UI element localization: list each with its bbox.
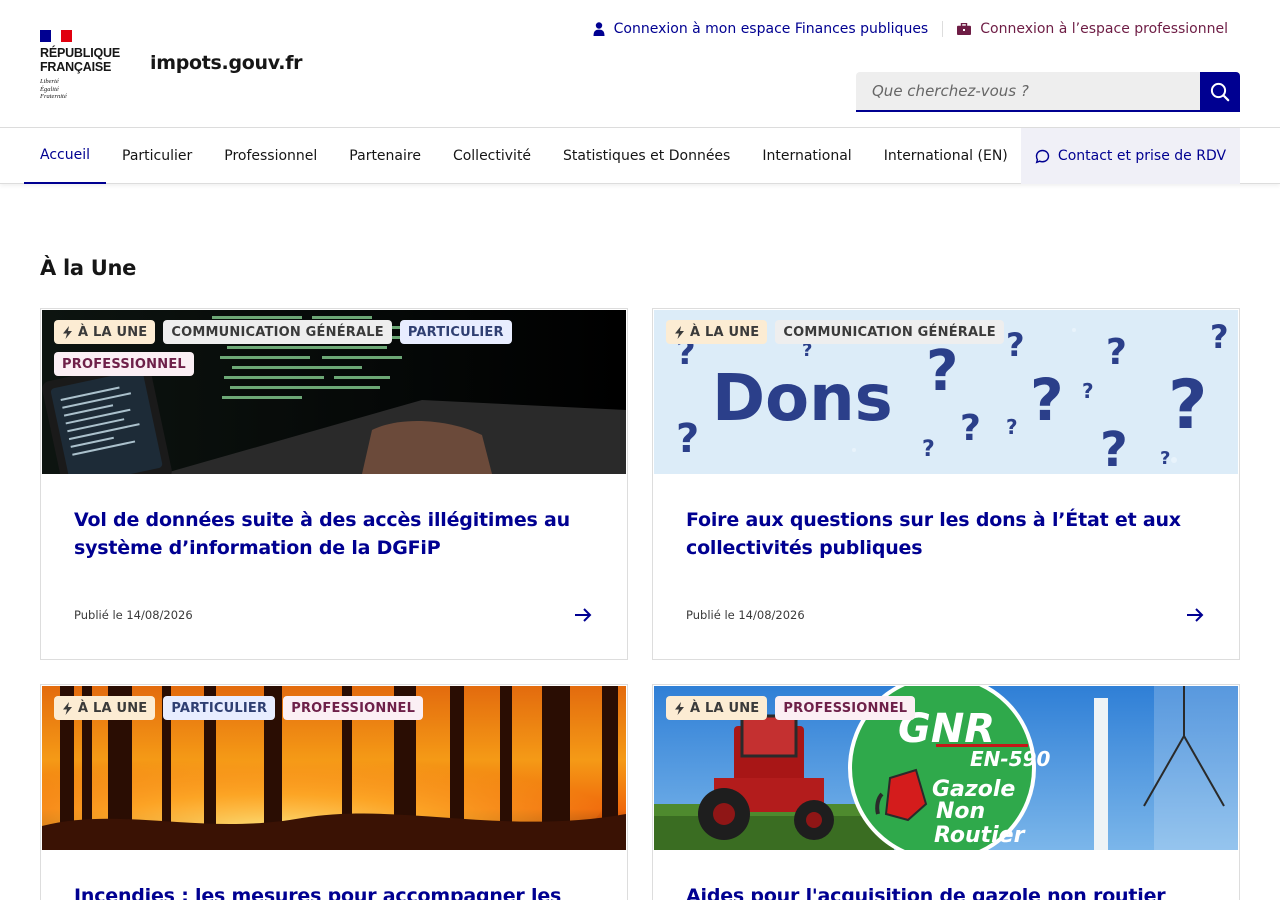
card-title[interactable]: Incendies : les mesures pour accompagner… — [74, 882, 594, 900]
contact-rdv-button[interactable]: Contact et prise de RDV — [1021, 128, 1240, 184]
svg-text:?: ? — [1100, 422, 1128, 474]
news-card-vol-donnees[interactable]: À LA UNE COMMUNICATION GÉNÉRALE PARTICUL… — [40, 308, 628, 660]
search-input[interactable] — [856, 72, 1200, 112]
tag-communication-generale[interactable]: COMMUNICATION GÉNÉRALE — [163, 320, 392, 344]
card-tags: À LA UNE PARTICULIER PROFESSIONNEL — [54, 696, 524, 720]
top-links: Connexion à mon espace Finances publique… — [593, 21, 1228, 37]
card-title[interactable]: Foire aux questions sur les dons à l’Éta… — [686, 506, 1206, 562]
svg-text:?: ? — [1030, 366, 1064, 434]
svg-text:EN-590: EN-590 — [970, 747, 1051, 771]
svg-text:?: ? — [960, 408, 981, 449]
republique-francaise-logo[interactable]: RÉPUBLIQUE FRANÇAISE Liberté Égalité Fra… — [40, 30, 130, 100]
card-image-text: Dons — [712, 362, 893, 436]
divider — [942, 21, 944, 37]
nav-items: Accueil Particulier Professionnel Parten… — [24, 128, 1024, 184]
svg-text:?: ? — [1006, 415, 1018, 439]
search-bar — [856, 72, 1240, 112]
arrow-right-icon[interactable] — [1183, 603, 1207, 627]
person-icon — [593, 22, 605, 36]
lightning-icon — [675, 701, 684, 715]
french-flag-icon — [40, 30, 73, 42]
news-card-gnr[interactable]: GNR EN-590 Gazole Non Routier À LA UNE P… — [652, 684, 1240, 900]
tag-a-la-une[interactable]: À LA UNE — [666, 320, 768, 344]
tag-communication-generale[interactable]: COMMUNICATION GÉNÉRALE — [775, 320, 1004, 344]
svg-text:?: ? — [676, 416, 699, 462]
svg-text:?: ? — [1160, 448, 1170, 469]
main-nav: Accueil Particulier Professionnel Parten… — [0, 128, 1280, 184]
nav-item-accueil[interactable]: Accueil — [24, 128, 106, 184]
tag-professionnel[interactable]: PROFESSIONNEL — [775, 696, 916, 720]
svg-text:?: ? — [922, 437, 935, 462]
lightning-icon — [63, 325, 72, 339]
tag-particulier[interactable]: PARTICULIER — [399, 320, 512, 344]
nav-item-collectivite[interactable]: Collectivité — [437, 128, 547, 184]
news-card-incendies[interactable]: À LA UNE PARTICULIER PROFESSIONNEL Incen… — [40, 684, 628, 900]
svg-text:?: ? — [1210, 318, 1229, 356]
briefcase-icon — [957, 23, 972, 35]
tag-a-la-une[interactable]: À LA UNE — [54, 320, 156, 344]
svg-text:Routier: Routier — [934, 823, 1026, 848]
card-title[interactable]: Aides pour l'acquisition de gazole non r… — [686, 882, 1206, 900]
nav-item-statistiques[interactable]: Statistiques et Données — [547, 128, 746, 184]
card-tags: À LA UNE PROFESSIONNEL — [666, 696, 1136, 720]
search-button[interactable] — [1200, 72, 1240, 112]
tag-a-la-une[interactable]: À LA UNE — [54, 696, 156, 720]
card-title[interactable]: Vol de données suite à des accès illégit… — [74, 506, 594, 562]
site-header: RÉPUBLIQUE FRANÇAISE Liberté Égalité Fra… — [0, 0, 1280, 128]
search-icon — [1210, 82, 1230, 102]
chat-bubble-icon — [1035, 149, 1050, 163]
svg-text:?: ? — [926, 339, 958, 404]
news-card-dons[interactable]: Dons ? ? ? ? ? ? ? ? ? ? ? ? ? ? ? À LA … — [652, 308, 1240, 660]
svg-text:?: ? — [1082, 379, 1094, 403]
card-tags: À LA UNE COMMUNICATION GÉNÉRALE PARTICUL… — [54, 320, 524, 376]
card-date: Publié le 14/08/2026 — [686, 608, 805, 622]
site-name[interactable]: impots.gouv.fr — [150, 52, 303, 74]
tag-professionnel[interactable]: PROFESSIONNEL — [283, 696, 424, 720]
arrow-right-icon[interactable] — [571, 603, 595, 627]
login-particulier-label: Connexion à mon espace Finances publique… — [613, 21, 929, 37]
nav-item-partenaire[interactable]: Partenaire — [333, 128, 437, 184]
login-pro-link[interactable]: Connexion à l’espace professionnel — [957, 21, 1228, 37]
card-tags: À LA UNE COMMUNICATION GÉNÉRALE — [666, 320, 1136, 344]
nav-item-professionnel[interactable]: Professionnel — [208, 128, 333, 184]
section-title: À la Une — [40, 256, 137, 280]
svg-text:Non: Non — [936, 799, 985, 824]
tag-particulier[interactable]: PARTICULIER — [163, 696, 276, 720]
tag-professionnel[interactable]: PROFESSIONNEL — [54, 352, 194, 376]
svg-text:?: ? — [1168, 366, 1207, 445]
logo-text: RÉPUBLIQUE FRANÇAISE — [40, 46, 120, 74]
nav-item-international-en[interactable]: International (EN) — [868, 128, 1024, 184]
card-date: Publié le 14/08/2026 — [74, 608, 193, 622]
tag-a-la-une[interactable]: À LA UNE — [666, 696, 768, 720]
contact-rdv-label: Contact et prise de RDV — [1057, 148, 1227, 164]
nav-item-international[interactable]: International — [746, 128, 867, 184]
lightning-icon — [675, 325, 684, 339]
devise: Liberté Égalité Fraternité — [40, 78, 67, 100]
lightning-icon — [63, 701, 72, 715]
nav-item-particulier[interactable]: Particulier — [106, 128, 208, 184]
login-pro-label: Connexion à l’espace professionnel — [980, 21, 1228, 37]
login-particulier-link[interactable]: Connexion à mon espace Finances publique… — [593, 21, 929, 37]
